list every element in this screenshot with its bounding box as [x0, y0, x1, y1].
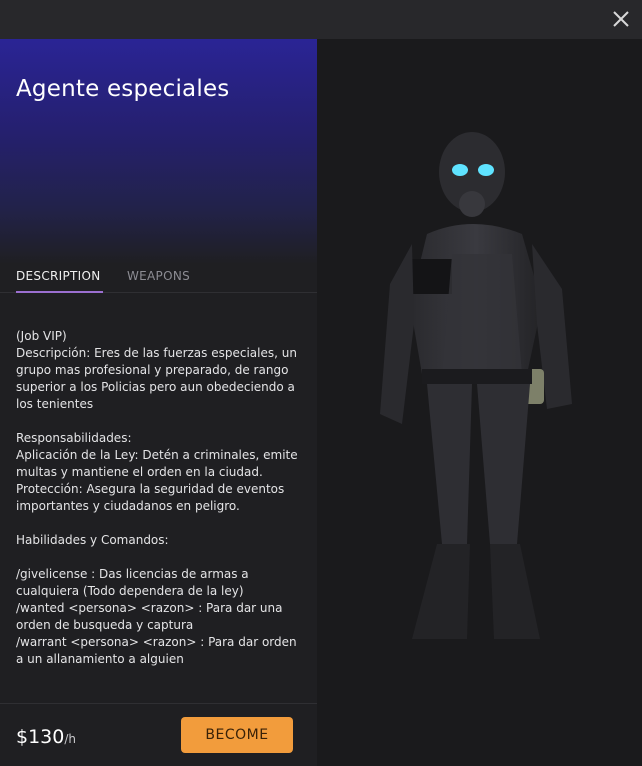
tab-weapons[interactable]: WEAPONS	[127, 269, 190, 283]
price-value: $130	[16, 726, 65, 748]
close-icon[interactable]	[610, 8, 632, 30]
job-price: $130/h	[16, 726, 76, 748]
job-description: (Job VIP) Descripción: Eres de las fuerz…	[16, 329, 298, 666]
job-header: Agente especiales	[0, 39, 317, 264]
model-preview-panel	[317, 39, 642, 766]
become-button[interactable]: BECOME	[181, 717, 293, 753]
active-tab-indicator	[16, 291, 103, 293]
top-bar	[0, 0, 642, 39]
tab-description[interactable]: DESCRIPTION	[16, 269, 101, 283]
character-model-image	[380, 132, 572, 639]
tab-bar: DESCRIPTION WEAPONS	[0, 264, 317, 293]
job-details-panel: Agente especiales DESCRIPTION WEAPONS (J…	[0, 39, 317, 766]
job-footer: $130/h BECOME	[0, 703, 317, 766]
job-title: Agente especiales	[16, 76, 230, 102]
price-unit: /h	[64, 732, 77, 746]
